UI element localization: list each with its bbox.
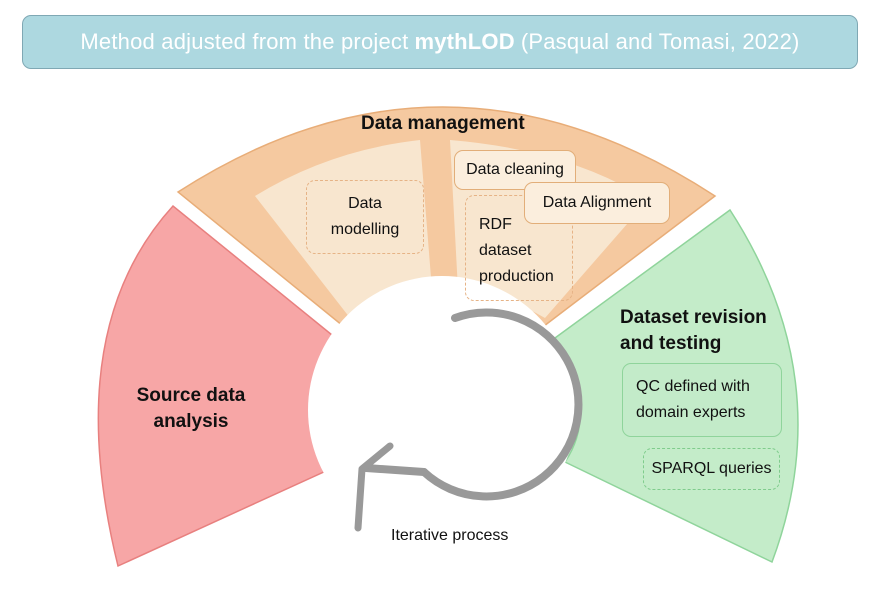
data-alignment-box: Data Alignment: [524, 182, 670, 224]
modelling-line-1: Data: [348, 195, 382, 212]
rdf-line-3: production: [479, 268, 554, 285]
title-project: mythLOD: [414, 29, 515, 54]
qc-line-2: domain experts: [636, 404, 746, 421]
modelling-line-2: modelling: [330, 221, 400, 238]
data-modelling-box: Data modelling: [306, 180, 424, 254]
center-hub: [308, 276, 576, 544]
revision-line-1: Dataset revision: [620, 307, 767, 328]
sparql-box: SPARQL queries: [643, 448, 780, 490]
title-banner: Method adjusted from the project mythLOD…: [22, 15, 858, 69]
qc-box: QC defined with domain experts: [622, 363, 782, 437]
rdf-line-1: RDF: [479, 216, 512, 233]
iterative-process-label: Iterative process: [391, 527, 509, 544]
data-management-heading: Data management: [361, 113, 525, 134]
qc-line-1: QC defined with: [636, 378, 750, 395]
title-suffix: (Pasqual and Tomasi, 2022): [520, 29, 800, 54]
source-line-1: Source data: [136, 385, 246, 406]
revision-line-2: and testing: [620, 333, 722, 354]
title-prefix: Method adjusted from the project: [80, 29, 409, 54]
source-line-2: analysis: [153, 411, 229, 432]
diagram-canvas: [97, 106, 799, 568]
revision-heading: Dataset revision and testing: [620, 305, 767, 357]
cleaning-label: Data cleaning: [466, 161, 564, 178]
source-data-heading: Source data analysis: [126, 383, 256, 435]
sparql-label: SPARQL queries: [651, 460, 772, 477]
rdf-line-2: dataset: [479, 242, 532, 259]
alignment-label: Data Alignment: [542, 194, 652, 211]
